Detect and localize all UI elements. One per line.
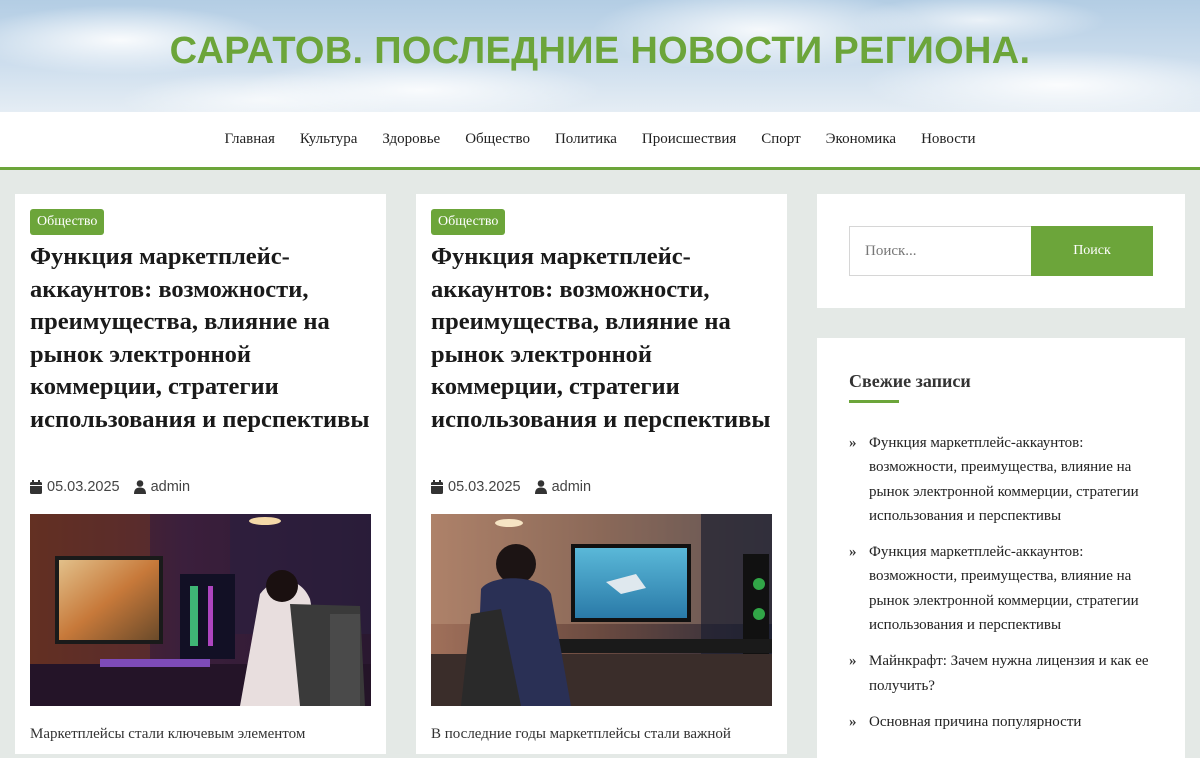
- recent-posts-widget: Свежие записи » Функция маркетплейс-акка…: [817, 338, 1185, 758]
- recent-post-link[interactable]: Основная причина популярности: [869, 714, 1081, 730]
- site-title[interactable]: САРАТОВ. ПОСЛЕДНИЕ НОВОСТИ РЕГИОНА.: [0, 30, 1200, 73]
- category-badge[interactable]: Общество: [431, 209, 506, 235]
- double-chevron-right-icon: »: [849, 713, 857, 730]
- nav-item-politics[interactable]: Политика: [542, 131, 629, 148]
- post-author[interactable]: admin: [552, 479, 592, 495]
- header-banner: САРАТОВ. ПОСЛЕДНИЕ НОВОСТИ РЕГИОНА.: [0, 0, 1200, 112]
- post-card: Общество Функция маркетплейс-аккаунтов: …: [416, 194, 787, 754]
- post-thumbnail[interactable]: [30, 514, 371, 706]
- post-title[interactable]: Функция маркетплейс-аккаунтов: возможнос…: [30, 241, 375, 436]
- post-thumbnail[interactable]: [431, 514, 772, 706]
- list-item[interactable]: » Функция маркетплейс-аккаунтов: возможн…: [849, 431, 1159, 528]
- recent-post-link[interactable]: Майнкрафт: Зачем нужна лицензия и как ее…: [869, 653, 1149, 693]
- list-item[interactable]: » Майнкрафт: Зачем нужна лицензия и как …: [849, 649, 1159, 698]
- post-meta: 05.03.2025 admin: [30, 479, 190, 495]
- post-excerpt: Маркетплейсы стали ключевым элементом: [30, 726, 306, 742]
- post-title[interactable]: Функция маркетплейс-аккаунтов: возможнос…: [431, 241, 776, 436]
- list-item[interactable]: » Основная причина популярности: [849, 710, 1159, 734]
- recent-posts-title: Свежие записи: [849, 371, 971, 391]
- post-date[interactable]: 05.03.2025: [47, 479, 120, 495]
- main-nav: Главная Культура Здоровье Общество Полит…: [0, 112, 1200, 170]
- nav-item-health[interactable]: Здоровье: [370, 131, 453, 148]
- nav-item-economy[interactable]: Экономика: [813, 131, 908, 148]
- category-badge[interactable]: Общество: [30, 209, 105, 235]
- nav-item-news[interactable]: Новости: [909, 131, 988, 148]
- post-card: Общество Функция маркетплейс-аккаунтов: …: [15, 194, 386, 754]
- nav-item-sport[interactable]: Спорт: [749, 131, 813, 148]
- calendar-icon: [431, 480, 443, 494]
- search-widget: Поиск: [817, 194, 1185, 308]
- search-input[interactable]: [849, 226, 1031, 276]
- nav-item-society[interactable]: Общество: [453, 131, 543, 148]
- double-chevron-right-icon: »: [849, 544, 857, 561]
- double-chevron-right-icon: »: [849, 435, 857, 451]
- recent-post-link[interactable]: Функция маркетплейс-аккаунтов: возможнос…: [869, 435, 1139, 524]
- user-icon: [534, 480, 547, 494]
- search-button[interactable]: Поиск: [1031, 226, 1153, 276]
- nav-item-home[interactable]: Главная: [212, 131, 287, 148]
- calendar-icon: [30, 480, 42, 494]
- user-icon: [133, 480, 146, 494]
- double-chevron-right-icon: »: [849, 653, 857, 670]
- recent-post-link[interactable]: Функция маркетплейс-аккаунтов: возможнос…: [869, 544, 1139, 633]
- nav-item-incidents[interactable]: Происшествия: [629, 131, 748, 148]
- list-item[interactable]: » Функция маркетплейс-аккаунтов: возможн…: [849, 540, 1159, 637]
- post-meta: 05.03.2025 admin: [431, 479, 591, 495]
- post-excerpt: В последние годы маркетплейсы стали важн…: [431, 726, 731, 742]
- post-author[interactable]: admin: [151, 479, 191, 495]
- title-underline: [849, 400, 899, 403]
- nav-item-culture[interactable]: Культура: [287, 131, 370, 148]
- post-date[interactable]: 05.03.2025: [448, 479, 521, 495]
- recent-posts-list: » Функция маркетплейс-аккаунтов: возможн…: [849, 431, 1159, 746]
